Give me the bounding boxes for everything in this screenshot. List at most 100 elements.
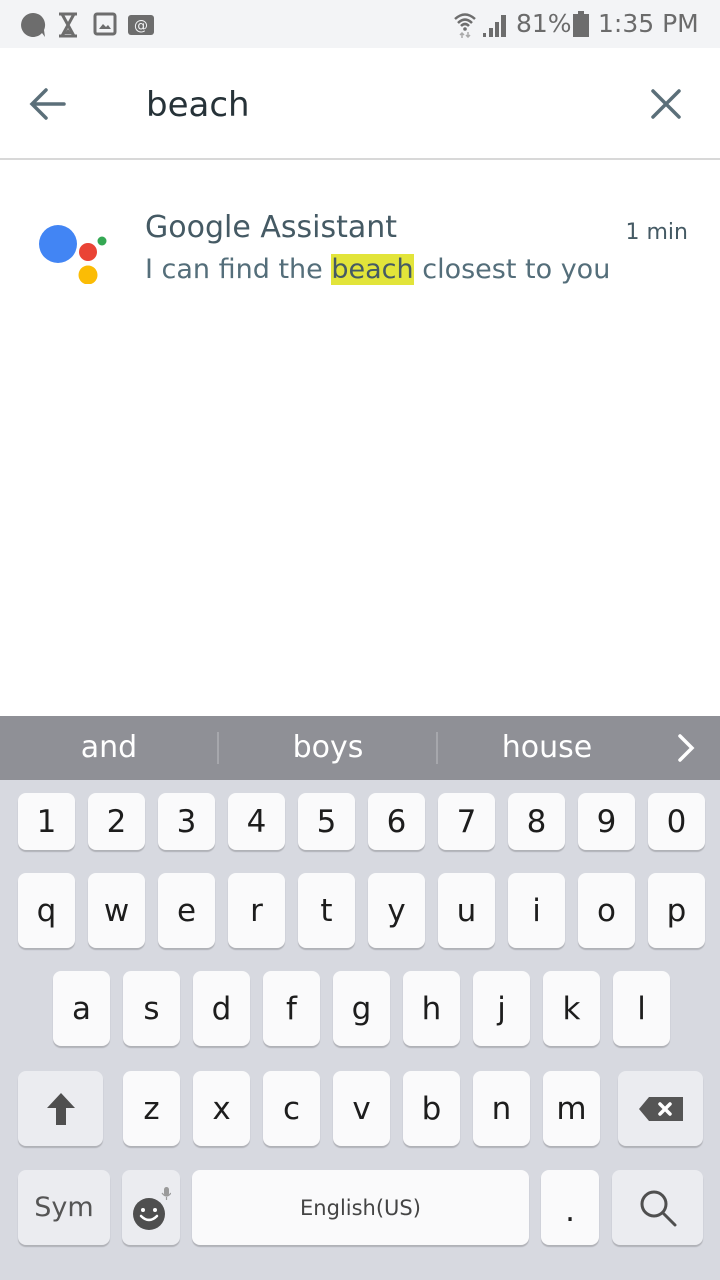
suggestion-bar: and boys house xyxy=(0,716,720,780)
chevron-right-icon xyxy=(678,734,695,762)
letter-key-t[interactable]: t xyxy=(298,873,355,948)
key-label: b xyxy=(421,1090,442,1127)
suggestion-1[interactable]: and xyxy=(0,716,218,780)
letter-key-g[interactable]: g xyxy=(333,971,390,1046)
number-key-7[interactable]: 7 xyxy=(438,793,495,850)
period-key[interactable]: . xyxy=(541,1170,599,1245)
hourglass-icon xyxy=(59,12,77,38)
letter-key-n[interactable]: n xyxy=(473,1071,530,1146)
letter-key-h[interactable]: h xyxy=(403,971,460,1046)
key-label: a xyxy=(72,990,91,1027)
number-key-9[interactable]: 9 xyxy=(578,793,635,850)
result-time: 1 min xyxy=(625,220,688,245)
key-label: w xyxy=(103,892,130,929)
key-label: 9 xyxy=(596,803,617,840)
key-label: 5 xyxy=(316,803,337,840)
battery-percent: 81% xyxy=(516,9,572,38)
key-label: j xyxy=(497,990,506,1027)
more-suggestions-button[interactable] xyxy=(668,730,704,766)
wifi-icon xyxy=(454,13,476,38)
letter-key-w[interactable]: w xyxy=(88,873,145,948)
space-label: English(US) xyxy=(300,1195,421,1220)
number-key-4[interactable]: 4 xyxy=(228,793,285,850)
letter-key-u[interactable]: u xyxy=(438,873,495,948)
letter-key-o[interactable]: o xyxy=(578,873,635,948)
emoji-smile-icon xyxy=(133,1186,171,1230)
email-at-icon: @ xyxy=(128,15,154,35)
key-label: v xyxy=(352,1090,371,1127)
key-label: 2 xyxy=(106,803,127,840)
key-label: d xyxy=(211,990,232,1027)
key-label: o xyxy=(597,892,616,929)
space-key[interactable]: English(US) xyxy=(192,1170,529,1245)
number-key-5[interactable]: 5 xyxy=(298,793,355,850)
suggestion-3[interactable]: house xyxy=(438,716,656,780)
search-icon xyxy=(640,1190,676,1226)
letter-key-i[interactable]: i xyxy=(508,873,565,948)
key-label: 1 xyxy=(36,803,57,840)
result-snippet: I can find the beach closest to you xyxy=(145,254,610,285)
letter-key-s[interactable]: s xyxy=(123,971,180,1046)
key-label: t xyxy=(320,892,333,929)
letter-key-a[interactable]: a xyxy=(53,971,110,1046)
letter-key-c[interactable]: c xyxy=(263,1071,320,1146)
suggestion-2[interactable]: boys xyxy=(219,716,437,780)
letter-key-j[interactable]: j xyxy=(473,971,530,1046)
letter-key-l[interactable]: l xyxy=(613,971,670,1046)
snippet-after: closest to you xyxy=(413,254,611,285)
period-label: . xyxy=(565,1193,575,1229)
number-key-8[interactable]: 8 xyxy=(508,793,565,850)
clear-search-button[interactable] xyxy=(644,82,688,126)
key-label: c xyxy=(282,1090,301,1127)
search-key[interactable] xyxy=(612,1170,703,1245)
key-label: 3 xyxy=(176,803,197,840)
microphone-icon xyxy=(161,1186,171,1200)
letter-key-f[interactable]: f xyxy=(263,971,320,1046)
key-label: g xyxy=(351,990,372,1027)
snippet-highlight: beach xyxy=(331,254,414,285)
letter-key-v[interactable]: v xyxy=(333,1071,390,1146)
letter-key-r[interactable]: r xyxy=(228,873,285,948)
snippet-before: I can find the xyxy=(145,254,332,285)
key-label: h xyxy=(421,990,442,1027)
letter-key-m[interactable]: m xyxy=(543,1071,600,1146)
number-key-1[interactable]: 1 xyxy=(18,793,75,850)
sym-key[interactable]: Sym xyxy=(18,1170,110,1245)
shift-arrow-icon xyxy=(46,1092,75,1125)
key-label: x xyxy=(212,1090,231,1127)
key-label: m xyxy=(556,1090,587,1127)
letter-key-d[interactable]: d xyxy=(193,971,250,1046)
letter-key-q[interactable]: q xyxy=(18,873,75,948)
search-input[interactable] xyxy=(146,78,606,132)
key-label: k xyxy=(562,990,581,1027)
number-key-6[interactable]: 6 xyxy=(368,793,425,850)
image-icon xyxy=(93,12,117,36)
key-label: e xyxy=(176,892,197,929)
letter-key-z[interactable]: z xyxy=(123,1071,180,1146)
key-label: 7 xyxy=(456,803,477,840)
letter-key-p[interactable]: p xyxy=(648,873,705,948)
key-label: n xyxy=(491,1090,512,1127)
shift-key[interactable] xyxy=(18,1071,103,1146)
backspace-icon xyxy=(638,1096,683,1121)
key-label: 4 xyxy=(246,803,267,840)
letter-key-x[interactable]: x xyxy=(193,1071,250,1146)
sym-label: Sym xyxy=(34,1192,94,1223)
close-icon xyxy=(651,89,681,119)
key-label: p xyxy=(666,892,687,929)
key-label: l xyxy=(637,990,646,1027)
number-key-3[interactable]: 3 xyxy=(158,793,215,850)
number-key-0[interactable]: 0 xyxy=(648,793,705,850)
key-label: s xyxy=(143,990,160,1027)
letter-key-k[interactable]: k xyxy=(543,971,600,1046)
search-result-item[interactable]: Google Assistant 1 min I can find the be… xyxy=(0,190,720,300)
letter-key-e[interactable]: e xyxy=(158,873,215,948)
letter-key-b[interactable]: b xyxy=(403,1071,460,1146)
back-button[interactable] xyxy=(24,82,72,126)
number-key-2[interactable]: 2 xyxy=(88,793,145,850)
backspace-key[interactable] xyxy=(618,1071,703,1146)
result-app-name: Google Assistant xyxy=(145,210,397,245)
emoji-key[interactable] xyxy=(122,1170,180,1245)
letter-key-y[interactable]: y xyxy=(368,873,425,948)
key-label: y xyxy=(387,892,406,929)
